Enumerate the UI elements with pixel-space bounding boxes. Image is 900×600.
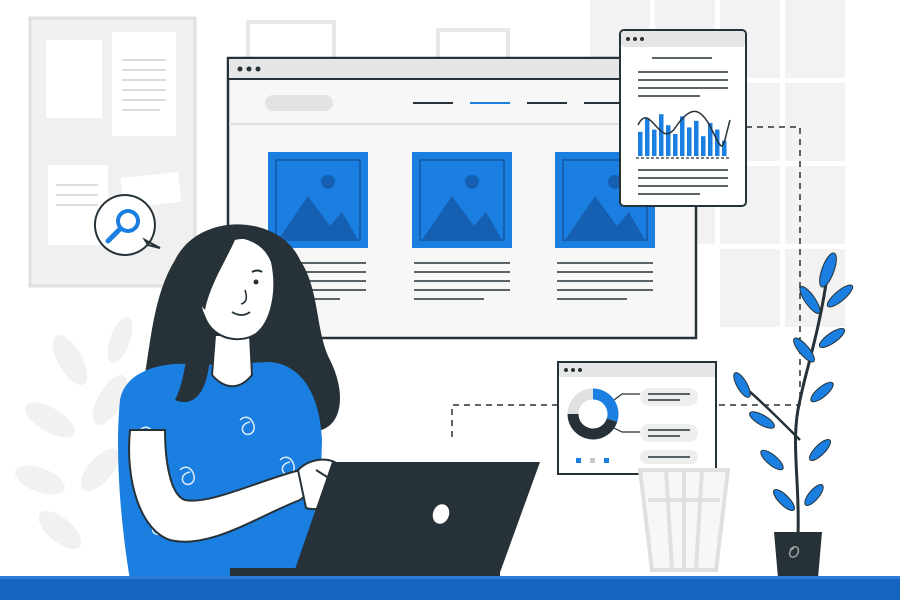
- illustration-scene: [0, 0, 900, 600]
- image-placeholder-icon: [465, 175, 479, 189]
- report-popup: [619, 29, 747, 207]
- mini-bar: [680, 116, 685, 156]
- floor-band: [0, 576, 900, 600]
- mini-bar: [652, 129, 657, 156]
- window-dot-icon: [237, 66, 243, 72]
- mini-bar: [666, 125, 671, 156]
- mini-bar: [687, 127, 692, 156]
- mini-bar: [701, 136, 706, 156]
- mini-bar: [659, 114, 664, 156]
- donut-panel: [557, 361, 717, 475]
- image-placeholder-icon: [321, 175, 335, 189]
- mini-bar: [638, 131, 643, 156]
- window-dot-icon: [246, 66, 252, 72]
- mini-bar: [673, 134, 678, 156]
- wall-frames: [246, 20, 510, 64]
- wastebasket: [637, 468, 731, 572]
- mini-bar: [694, 120, 699, 156]
- mini-bar: [645, 118, 650, 156]
- url-bar: [265, 95, 333, 111]
- window-dot-icon: [255, 66, 261, 72]
